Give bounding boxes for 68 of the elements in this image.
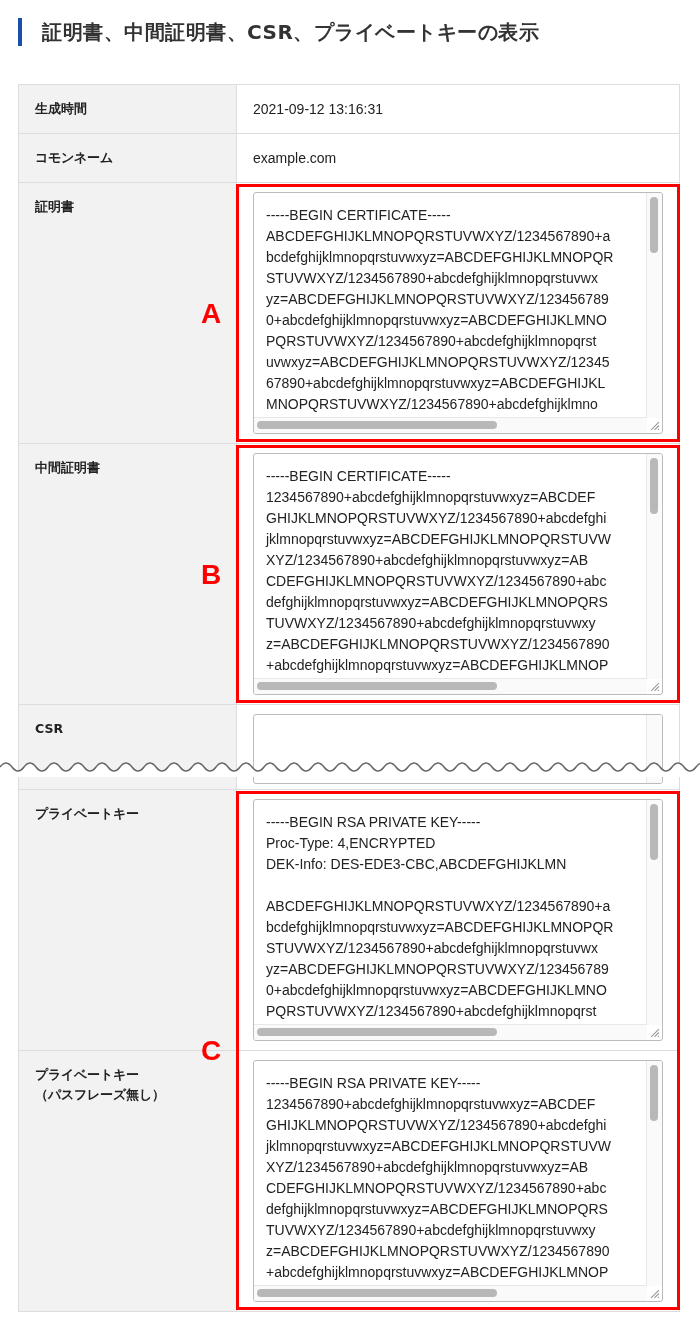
text-line: PQRSTUVWXYZ/1234567890+abcdefghijklmnopqrst [266,1002,597,1021]
row-label: 生成時間 [35,100,87,118]
text-line: -----BEGIN CERTIFICATE----- [266,206,451,225]
text-line: -----BEGIN RSA PRIVATE KEY----- [266,813,481,832]
text-line: bcdefghijklmnopqrstuvwxyz=ABCDEFGHIJKLMNOPQR [266,918,614,937]
text-line: +abcdefghijklmnopqrstuvwxyz=ABCDEFGHIJKLMNOP [266,656,609,675]
resize-grip-icon[interactable] [649,1288,660,1299]
text-line: +abcdefghijklmnopqrstuvwxyz=ABCDEFGHIJKLMNOP [266,1263,609,1282]
text-line: jklmnopqrstuvwxyz=ABCDEFGHIJKLMNOPQRSTUVW [266,1137,611,1156]
text-area-field[interactable] [253,799,663,1041]
row-label: プライベートキー [35,805,139,823]
text-line: CDEFGHIJKLMNOPQRSTUVWXYZ/1234567890+abc [266,1179,607,1198]
text-line: 1234567890+abcdefghijklmnopqrstuvwxyz=ABCDEF [266,1095,596,1114]
row-value: 2021-09-12 13:16:31 [253,101,383,117]
annotation-letter: A [201,299,222,328]
text-line: GHIJKLMNOPQRSTUVWXYZ/1234567890+abcdefghi [266,1116,607,1135]
text-line: 1234567890+abcdefghijklmnopqrstuvwxyz=ABCDEF [266,488,596,507]
text-line: z=ABCDEFGHIJKLMNOPQRSTUVWXYZ/1234567890 [266,635,610,654]
text-line: 0+abcdefghijklmnopqrstuvwxyz=ABCDEFGHIJKLMNO [266,311,607,330]
text-line: defghijklmnopqrstuvwxyz=ABCDEFGHIJKLMNOPQRS [266,1200,608,1219]
row-label: プライベートキー [35,1066,139,1084]
annotation-letter: C [201,1037,222,1065]
text-line: ABCDEFGHIJKLMNOPQRSTUVWXYZ/1234567890+a [266,897,611,916]
text-line: TUVWXYZ/1234567890+abcdefghijklmnopqrstuvwxy [266,614,596,633]
horizontal-scrollbar-thumb[interactable] [257,1289,497,1297]
annotation-letter: B [201,560,222,589]
text-line: z=ABCDEFGHIJKLMNOPQRSTUVWXYZ/1234567890 [266,1242,610,1261]
text-line: yz=ABCDEFGHIJKLMNOPQRSTUVWXYZ/123456789 [266,960,609,979]
resize-grip-icon[interactable] [649,1027,660,1038]
text-line: bcdefghijklmnopqrstuvwxyz=ABCDEFGHIJKLMNOPQR [266,248,614,267]
text-line: STUVWXYZ/1234567890+abcdefghijklmnopqrstuvwx [266,939,598,958]
resize-grip-icon[interactable] [649,681,660,692]
text-area-field[interactable] [253,1060,663,1302]
text-line: 67890+abcdefghijklmnopqrstuvwxyz=ABCDEFGHIJKL [266,374,606,393]
text-line: DEK-Info: DES-EDE3-CBC,ABCDEFGHIJKLMN [266,855,567,874]
text-line: defghijklmnopqrstuvwxyz=ABCDEFGHIJKLMNOPQRS [266,593,608,612]
vertical-scrollbar-thumb[interactable] [650,197,658,253]
text-line: Proc-Type: 4,ENCRYPTED [266,834,436,853]
page-title: 証明書、中間証明書、CSR、プライベートキーの表示 [42,18,540,46]
text-line: yz=ABCDEFGHIJKLMNOPQRSTUVWXYZ/123456789 [266,290,609,309]
text-line: -----BEGIN RSA PRIVATE KEY----- [266,1074,481,1093]
vertical-scrollbar-thumb[interactable] [650,1065,658,1121]
horizontal-scrollbar-thumb[interactable] [257,682,497,690]
text-line: XYZ/1234567890+abcdefghijklmnopqrstuvwxyz=AB [266,1158,589,1177]
text-line: -----BEGIN CERTIFICATE----- [266,467,451,486]
row-label: コモンネーム [35,149,113,167]
vertical-scrollbar-thumb[interactable] [650,458,658,514]
heading-accent-bar [18,18,22,46]
vertical-scrollbar-thumb[interactable] [650,804,658,860]
horizontal-scrollbar-thumb[interactable] [257,1028,497,1036]
text-line: jklmnopqrstuvwxyz=ABCDEFGHIJKLMNOPQRSTUVW [266,530,611,549]
row-sublabel: （パスフレーズ無し） [35,1086,165,1104]
text-line: PQRSTUVWXYZ/1234567890+abcdefghijklmnopqrst [266,332,597,351]
text-line: GHIJKLMNOPQRSTUVWXYZ/1234567890+abcdefghi [266,509,607,528]
row-label: 中間証明書 [35,459,100,477]
text-line: 0+abcdefghijklmnopqrstuvwxyz=ABCDEFGHIJKLMNO [266,981,607,1000]
text-line: CDEFGHIJKLMNOPQRSTUVWXYZ/1234567890+abc [266,572,607,591]
resize-grip-icon[interactable] [649,420,660,431]
text-line: MNOPQRSTUVWXYZ/1234567890+abcdefghijklmno [266,395,598,414]
text-line: TUVWXYZ/1234567890+abcdefghijklmnopqrstuvwxy [266,1221,596,1240]
text-line: ABCDEFGHIJKLMNOPQRSTUVWXYZ/1234567890+a [266,227,611,246]
row-value: example.com [253,150,337,166]
text-line: XYZ/1234567890+abcdefghijklmnopqrstuvwxyz=AB [266,551,589,570]
text-line: uvwxyz=ABCDEFGHIJKLMNOPQRSTUVWXYZ/12345 [266,353,610,372]
text-line: STUVWXYZ/1234567890+abcdefghijklmnopqrstuvwx [266,269,598,288]
row-label: 証明書 [35,198,74,216]
horizontal-scrollbar-thumb[interactable] [257,421,497,429]
row-label: CSR [35,720,64,738]
